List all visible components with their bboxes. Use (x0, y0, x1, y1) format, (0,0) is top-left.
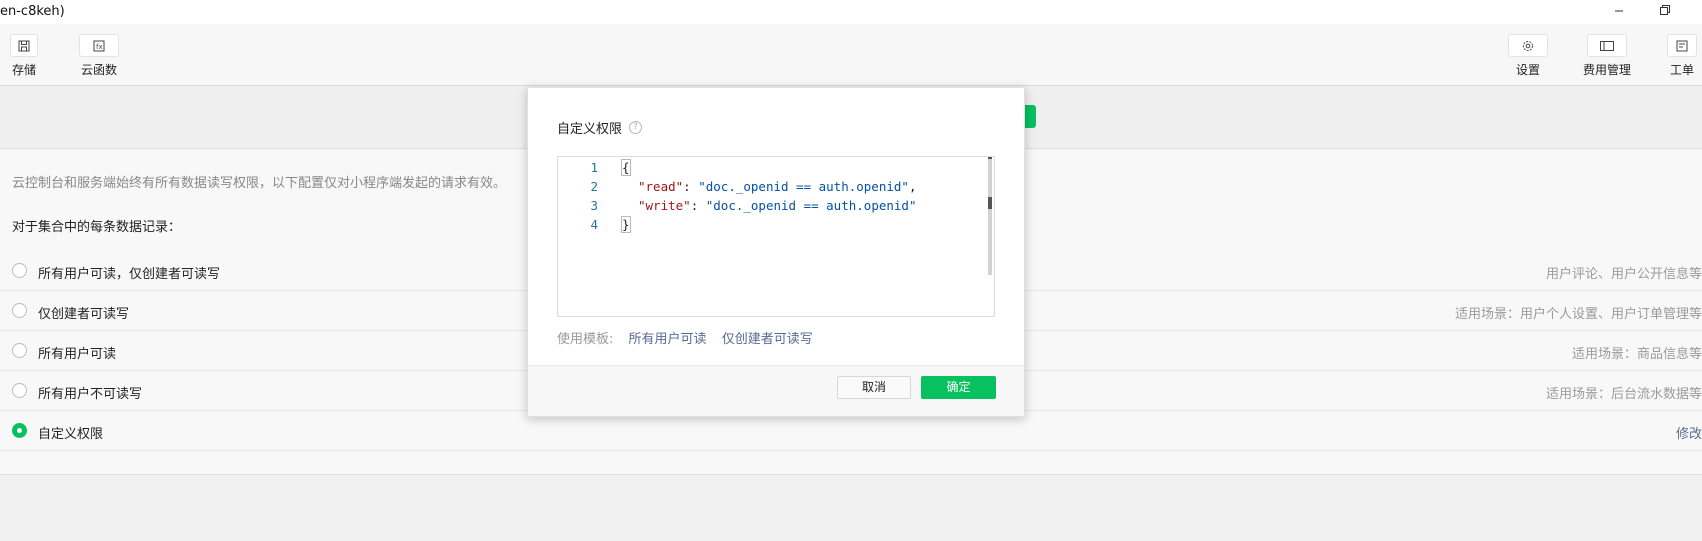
toolbar-storage-label: 存储 (11, 63, 36, 77)
dialog-title: 自定义权限 ? (557, 118, 643, 137)
template-creator-only-link[interactable]: 仅创建者可读写 (722, 332, 813, 347)
permission-note: 云控制台和服务端始终有所有数据读写权限，以下配置仅对小程序端发起的请求有效。 (12, 176, 507, 191)
gear-icon (1508, 34, 1548, 57)
code-line: "write": "doc._openid == auth.openid" (638, 198, 916, 213)
svg-text:fx: fx (96, 43, 103, 51)
code-value: "doc._openid == auth.openid" (705, 198, 917, 213)
code-line: } (621, 216, 631, 233)
minimize-icon[interactable] (1609, 4, 1629, 20)
code-separator: : (690, 198, 706, 213)
scrollbar-marker (988, 157, 992, 159)
option-label: 所有用户不可读写 (38, 387, 143, 402)
cancel-button[interactable]: 取消 (837, 376, 911, 399)
code-line: "read": "doc._openid == auth.openid", (638, 179, 916, 194)
line-number: 3 (590, 198, 598, 213)
dialog-footer: 取消 确定 (528, 365, 1024, 416)
title-bar: en-c8keh) (0, 0, 1702, 24)
code-line: { (621, 159, 631, 176)
option-hint: 适用场景：用户个人设置、用户订单管理等 (1454, 307, 1702, 322)
option-hint: 用户评论、用户公开信息等 (1545, 267, 1702, 282)
edit-link[interactable]: 修改 (1676, 423, 1702, 442)
permission-subhead: 对于集合中的每条数据记录： (12, 220, 182, 235)
option-hint: 适用场景：商品信息等 (1571, 347, 1702, 362)
code-separator: : (683, 179, 699, 194)
radio-button-selected[interactable] (12, 423, 27, 438)
dialog-title-text: 自定义权限 (557, 122, 623, 137)
line-number: 4 (590, 217, 598, 232)
question-icon[interactable]: ? (629, 121, 643, 134)
toolbar-billing[interactable]: 费用管理 (1582, 34, 1632, 78)
toolbar-settings[interactable]: 设置 (1508, 34, 1548, 78)
code-comma: , (908, 179, 917, 194)
option-hint: 适用场景：后台流水数据等 (1545, 387, 1702, 402)
code-brace: } (621, 216, 631, 233)
ticket-icon (1667, 34, 1697, 57)
template-prefix: 使用模板: (557, 332, 614, 347)
template-row: 使用模板: 所有用户可读 仅创建者可读写 (557, 328, 813, 347)
option-label: 自定义权限 (38, 427, 104, 442)
line-number: 2 (590, 179, 598, 194)
toolbar-cloud-functions[interactable]: fx 云函数 (78, 34, 120, 78)
window-title: en-c8keh) (0, 4, 65, 19)
code-key: "read" (638, 179, 684, 194)
toolbar-tickets-label: 工单 (1669, 63, 1694, 77)
confirm-button[interactable]: 确定 (921, 376, 996, 399)
toolbar-tickets[interactable]: 工单 (1665, 34, 1699, 78)
code-value: "doc._openid == auth.openid" (698, 179, 909, 194)
radio-button[interactable] (12, 263, 27, 278)
radio-button[interactable] (12, 383, 27, 398)
custom-permission-dialog: 自定义权限 ? 1 { 2 "read": "doc._openid == au… (527, 87, 1025, 417)
radio-button[interactable] (12, 303, 27, 318)
toolbar: 存储 fx 云函数 设置 费用管理 工单 (0, 24, 1702, 86)
code-key: "write" (638, 198, 691, 213)
restore-icon[interactable] (1654, 4, 1674, 20)
cloud-function-icon: fx (79, 34, 119, 57)
save-icon (10, 34, 38, 57)
toolbar-billing-label: 费用管理 (1582, 63, 1631, 77)
option-label: 仅创建者可读写 (38, 307, 130, 322)
line-number: 1 (590, 160, 598, 175)
code-brace: { (621, 159, 631, 176)
option-label: 所有用户可读 (38, 347, 117, 362)
option-custom[interactable]: 自定义权限 修改 (0, 411, 1702, 451)
toolbar-settings-label: 设置 (1515, 63, 1540, 77)
toolbar-storage[interactable]: 存储 (4, 34, 44, 78)
code-editor[interactable]: 1 { 2 "read": "doc._openid == auth.openi… (557, 156, 995, 317)
radio-button[interactable] (12, 343, 27, 358)
billing-icon (1587, 34, 1627, 57)
scrollbar-thumb[interactable] (988, 197, 992, 209)
template-public-read-link[interactable]: 所有用户可读 (629, 332, 707, 347)
toolbar-cloud-functions-label: 云函数 (80, 63, 117, 77)
editor-scrollbar[interactable] (988, 157, 992, 275)
option-label: 所有用户可读，仅创建者可读写 (38, 267, 221, 282)
